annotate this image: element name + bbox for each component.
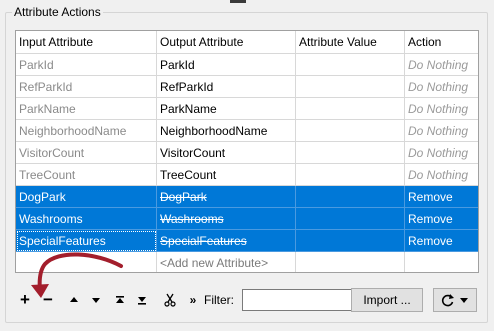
expand-double-chevron-icon[interactable]: » <box>186 288 200 312</box>
output-attribute-cell[interactable]: ParkName <box>157 98 296 120</box>
table-row[interactable]: ParkId ParkId Do Nothing <box>16 54 478 76</box>
attribute-value-cell[interactable] <box>296 230 405 252</box>
column-header-value[interactable]: Attribute Value <box>296 31 405 54</box>
output-attribute-cell[interactable]: TreeCount <box>157 164 296 186</box>
triangle-down-icon <box>92 298 100 303</box>
chevron-down-icon <box>460 298 468 303</box>
input-attribute-cell[interactable]: Washrooms <box>16 208 157 230</box>
attribute-value-cell[interactable] <box>296 142 405 164</box>
output-attribute-cell[interactable]: RefParkId <box>157 76 296 98</box>
input-attribute-cell[interactable]: RefParkId <box>16 76 157 98</box>
attribute-value-cell[interactable] <box>296 186 405 208</box>
output-attribute-cell[interactable]: Washrooms <box>157 208 296 230</box>
action-cell[interactable]: Remove <box>405 208 478 230</box>
column-header-output[interactable]: Output Attribute <box>157 31 296 54</box>
scissors-icon <box>164 293 176 307</box>
move-top-icon <box>116 296 124 303</box>
input-attribute-cell[interactable]: NeighborhoodName <box>16 120 157 142</box>
table-row[interactable]: NeighborhoodName NeighborhoodName Do Not… <box>16 120 478 142</box>
input-attribute-cell[interactable]: TreeCount <box>16 164 157 186</box>
action-cell[interactable]: Do Nothing <box>405 54 478 76</box>
move-up-button[interactable] <box>65 288 83 312</box>
action-cell[interactable]: Remove <box>405 186 478 208</box>
table-row-selected[interactable]: DogPark DogPark Remove <box>16 186 478 208</box>
add-new-row[interactable]: <Add new Attribute> <box>16 252 478 272</box>
attribute-value-cell[interactable] <box>296 120 405 142</box>
action-cell[interactable]: Do Nothing <box>405 164 478 186</box>
input-attribute-cell[interactable]: ParkId <box>16 54 157 76</box>
filter-input[interactable] <box>242 289 359 311</box>
table-row-selected[interactable]: Washrooms Washrooms Remove <box>16 208 478 230</box>
table-row[interactable]: ParkName ParkName Do Nothing <box>16 98 478 120</box>
column-header-input[interactable]: Input Attribute <box>16 31 157 54</box>
filter-label: Filter: <box>204 293 234 307</box>
move-bottom-icon <box>138 297 146 305</box>
refresh-icon <box>441 294 454 307</box>
table-row-selected[interactable]: SpecialFeatures SpecialFeatures Remove <box>16 230 478 252</box>
input-attribute-cell[interactable]: VisitorCount <box>16 142 157 164</box>
add-new-value-cell[interactable] <box>296 252 405 272</box>
table-row[interactable]: VisitorCount VisitorCount Do Nothing <box>16 142 478 164</box>
attribute-value-cell[interactable] <box>296 76 405 98</box>
attribute-value-cell[interactable] <box>296 164 405 186</box>
attribute-value-cell[interactable] <box>296 54 405 76</box>
group-title: Attribute Actions <box>12 5 103 19</box>
output-attribute-cell[interactable]: DogPark <box>157 186 296 208</box>
move-to-top-button[interactable] <box>111 288 129 312</box>
attribute-value-cell[interactable] <box>296 98 405 120</box>
triangle-up-icon <box>70 297 78 302</box>
action-cell[interactable]: Remove <box>405 230 478 252</box>
reset-dropdown-button[interactable] <box>433 288 477 312</box>
table-header: Input Attribute Output Attribute Attribu… <box>16 31 478 54</box>
window-edge-fragment <box>230 0 246 3</box>
toolbar: + − » Filter: Import ... <box>15 288 485 314</box>
output-attribute-cell[interactable]: NeighborhoodName <box>157 120 296 142</box>
add-attribute-button[interactable]: + <box>17 288 33 312</box>
move-to-bottom-button[interactable] <box>133 288 151 312</box>
action-cell[interactable]: Do Nothing <box>405 120 478 142</box>
action-cell[interactable]: Do Nothing <box>405 98 478 120</box>
move-down-button[interactable] <box>87 288 105 312</box>
add-new-attribute-placeholder[interactable]: <Add new Attribute> <box>157 252 296 272</box>
output-attribute-cell[interactable]: SpecialFeatures <box>157 230 296 252</box>
input-attribute-cell[interactable]: ParkName <box>16 98 157 120</box>
remove-attribute-button[interactable]: − <box>39 288 57 312</box>
add-new-action-cell[interactable] <box>405 252 478 272</box>
attribute-table: Input Attribute Output Attribute Attribu… <box>15 30 479 273</box>
action-cell[interactable]: Do Nothing <box>405 76 478 98</box>
output-attribute-cell[interactable]: ParkId <box>157 54 296 76</box>
input-attribute-cell[interactable]: DogPark <box>16 186 157 208</box>
cut-button[interactable] <box>161 288 179 312</box>
action-cell[interactable]: Do Nothing <box>405 142 478 164</box>
input-attribute-cell[interactable]: SpecialFeatures <box>16 230 157 252</box>
output-attribute-cell[interactable]: VisitorCount <box>157 142 296 164</box>
table-row[interactable]: TreeCount TreeCount Do Nothing <box>16 164 478 186</box>
import-button[interactable]: Import ... <box>351 288 423 312</box>
attribute-value-cell[interactable] <box>296 208 405 230</box>
add-new-input-cell[interactable] <box>16 252 157 272</box>
table-row[interactable]: RefParkId RefParkId Do Nothing <box>16 76 478 98</box>
column-header-action[interactable]: Action <box>405 31 478 54</box>
